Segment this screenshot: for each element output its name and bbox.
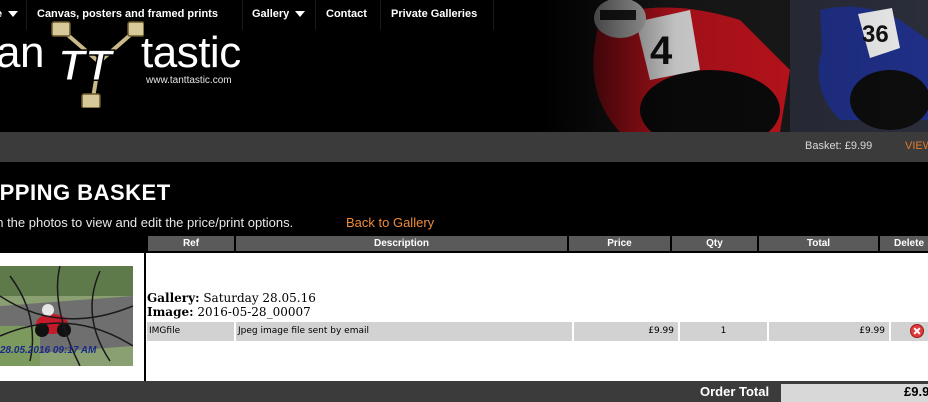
column-header-total: Total bbox=[759, 236, 878, 251]
row-total-cell: £9.99 bbox=[769, 322, 889, 341]
nav-item-home[interactable]: e bbox=[0, 0, 27, 30]
logo-text-left: an bbox=[0, 28, 44, 77]
column-header-ref: Ref bbox=[148, 236, 234, 251]
nav-item-label: Gallery bbox=[252, 8, 290, 20]
row-description-cell: Jpeg image file sent by email bbox=[236, 322, 572, 341]
gallery-line: Gallery: Saturday 28.05.16 bbox=[147, 291, 316, 305]
caret-down-icon bbox=[295, 11, 306, 18]
nav-item-contact[interactable]: Contact bbox=[316, 0, 381, 30]
main-nav bbox=[0, 132, 928, 162]
view-basket-link[interactable]: VIEW bbox=[905, 132, 928, 162]
row-price-cell: £9.99 bbox=[574, 322, 678, 341]
banner-image: 36 4 bbox=[540, 0, 928, 132]
caret-down-icon bbox=[8, 11, 19, 18]
tt-logo-icon: TT bbox=[51, 21, 144, 108]
row-ref-cell: IMGfile bbox=[147, 322, 234, 341]
image-line: Image: 2016-05-28_00007 bbox=[147, 305, 311, 319]
nav-item-private-galleries[interactable]: Private Galleries bbox=[381, 0, 494, 30]
nav-item-label: e bbox=[0, 8, 2, 20]
image-value: 2016-05-28_00007 bbox=[197, 305, 311, 319]
back-to-gallery-link[interactable]: Back to Gallery bbox=[346, 215, 434, 230]
nav-item-label: Private Galleries bbox=[391, 8, 478, 20]
basket-summary[interactable]: Basket: £9.99 bbox=[805, 132, 872, 162]
order-total-label: Order Total bbox=[700, 384, 770, 399]
gallery-label: Gallery: bbox=[147, 291, 200, 305]
row-qty-cell[interactable]: 1 bbox=[680, 322, 767, 341]
nav-item-canvas-prints[interactable]: Canvas, posters and framed prints bbox=[27, 0, 243, 30]
instructions-text: on the photos to view and edit the price… bbox=[0, 215, 294, 230]
column-header-delete: Delete bbox=[880, 236, 928, 251]
nav-item-gallery[interactable]: Gallery bbox=[243, 0, 316, 30]
logo-mark-text: TT bbox=[58, 41, 115, 90]
delete-x-icon[interactable] bbox=[910, 324, 924, 338]
item-divider bbox=[144, 253, 146, 381]
page-title: OPPING BASKET bbox=[0, 180, 171, 205]
order-total-value: £9.9 bbox=[904, 384, 928, 399]
logo-text-right: tastic bbox=[141, 28, 241, 77]
basket-item-panel bbox=[0, 253, 928, 381]
logo-url: www.tanttastic.com bbox=[146, 75, 232, 86]
column-header-description: Description bbox=[236, 236, 567, 251]
nav-item-label: Canvas, posters and framed prints bbox=[37, 8, 218, 20]
column-header-qty: Qty bbox=[672, 236, 757, 251]
image-label: Image: bbox=[147, 305, 194, 319]
column-header-price: Price bbox=[569, 236, 670, 251]
thumbnail-date-stamp: 28.05.2016 09:17 AM bbox=[0, 345, 97, 356]
gallery-value: Saturday 28.05.16 bbox=[203, 291, 316, 305]
nav-item-label: Contact bbox=[326, 8, 367, 20]
